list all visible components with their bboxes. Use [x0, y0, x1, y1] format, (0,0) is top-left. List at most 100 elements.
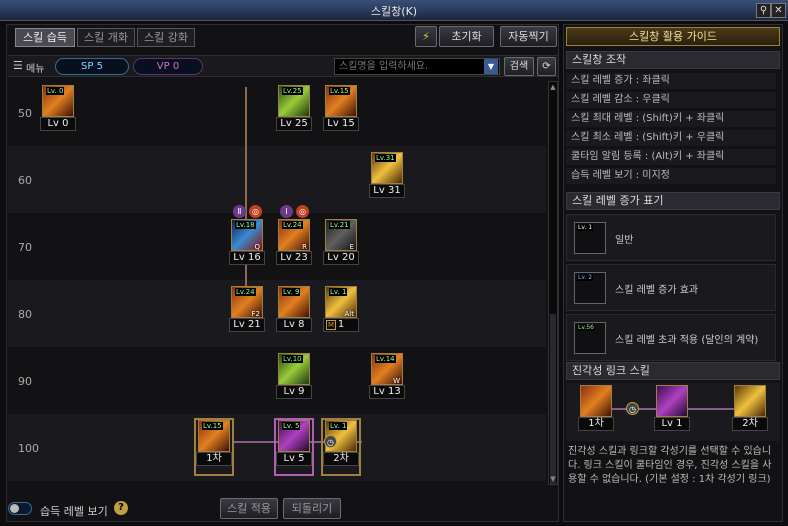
skill-slot[interactable]: Lv.24 R Lv 23	[276, 219, 312, 273]
hotkey-label: Q	[254, 243, 260, 251]
skill-level-badge: Lv. 9	[282, 288, 301, 296]
menu-label[interactable]: 메뉴	[26, 60, 44, 75]
mark-icon: M	[326, 320, 336, 330]
link-skill-first[interactable]: 1차	[578, 385, 614, 439]
skill-level-badge: Lv.24	[282, 221, 303, 229]
skill-icon: Lv.18 Q	[231, 219, 263, 251]
rank-icon: Ⅱ	[233, 205, 246, 218]
skill-toolbar: ☰ 메뉴 SP 5 VP 0 스킬명을 입력하세요. ▼ 검색 ⟳	[8, 55, 558, 77]
skill-slot[interactable]: Lv. 5 Lv 5	[274, 418, 314, 476]
legend-label: 일반	[615, 235, 634, 246]
awaken-skill-icon	[734, 385, 766, 417]
level-label: 50	[18, 107, 32, 120]
skill-icon: Lv.25	[278, 85, 310, 117]
hotkey-label: F2	[251, 310, 260, 318]
level-label: 80	[18, 308, 32, 321]
skill-icon: Lv.31	[371, 152, 403, 184]
skill-level-badge: Lv.14	[375, 355, 396, 363]
skill-slot[interactable]: Lv.25 Lv 25	[276, 85, 312, 139]
auto-assign-button[interactable]: 자동찍기	[500, 26, 557, 47]
skill-icon: Lv.15	[198, 420, 230, 452]
skill-slot[interactable]: Lv.21 E Lv 20	[323, 219, 359, 273]
skill-slot[interactable]: Lv. 1 Alt 1 M	[323, 286, 359, 340]
skill-slot[interactable]: Lv.15 Lv 15	[323, 85, 359, 139]
skill-icon: Lv. 5	[278, 420, 310, 452]
search-button[interactable]: 검색	[504, 57, 534, 76]
skill-icon: Lv. 1 Alt	[325, 286, 357, 318]
skill-search-input[interactable]: 스킬명을 입력하세요.	[334, 58, 500, 75]
control-line: 스킬 레벨 증가 : 좌클릭	[566, 73, 776, 89]
dropdown-arrow-icon[interactable]: ▼	[484, 59, 498, 74]
skill-grid-scrollbar[interactable]: ▲ ▼	[548, 81, 558, 485]
title-bar[interactable]: 스킬창(K) ⚲ ✕	[0, 0, 788, 21]
skill-slot[interactable]: Lv. 9 Lv 8	[276, 286, 312, 340]
skill-slot[interactable]: Lv.31 Lv 31	[369, 152, 405, 206]
hotkey-label: R	[302, 243, 307, 251]
skill-level-badge: Lv.10	[282, 355, 303, 363]
skill-level-caption: Lv 31	[369, 184, 405, 198]
control-line: 스킬 최대 레벨 : (Shift)키 + 좌클릭	[566, 111, 776, 127]
scroll-up-icon[interactable]: ▲	[549, 83, 557, 91]
vp-counter: VP 0	[133, 58, 203, 75]
sp-counter: SP 5	[55, 58, 129, 75]
skill-icon: Lv.24 F2	[231, 286, 263, 318]
skill-tree-panel: 스킬 습득 스킬 개화 스킬 강화 ⚡ 초기화 자동찍기 ☰ 메뉴 SP 5 V…	[6, 24, 559, 522]
skill-icon: Lv.21 E	[325, 219, 357, 251]
legend-item: Lv. 1 일반	[566, 214, 776, 261]
section-link-skill: 진각성 링크 스킬	[566, 362, 780, 380]
skill-slot[interactable]: Lv.10 Lv 9	[276, 353, 312, 407]
reset-button[interactable]: 초기화	[439, 26, 494, 47]
skill-level-badge: Lv.31	[375, 154, 396, 162]
help-icon[interactable]: ?	[114, 501, 128, 515]
close-icon[interactable]: ✕	[771, 3, 786, 18]
control-line: 스킬 레벨 감소 : 우클릭	[566, 92, 776, 108]
tab-skill-bloom[interactable]: 스킬 개화	[77, 28, 135, 47]
legend-skill-box: Lv. 2	[574, 272, 606, 304]
awaken-icon[interactable]: ⚡	[415, 26, 437, 47]
skill-level-badge: Lv.15	[202, 422, 223, 430]
skill-icon: Lv.10	[278, 353, 310, 385]
acquire-level-toggle[interactable]	[8, 502, 32, 515]
legend-badge: Lv.56	[577, 324, 595, 331]
clock-icon: ◷	[626, 402, 639, 415]
menu-icon[interactable]: ☰	[13, 59, 23, 72]
legend-item: Lv. 2 스킬 레벨 증가 효과	[566, 264, 776, 311]
skill-level-badge: Lv. 1	[329, 288, 348, 296]
legend-label: 스킬 레벨 증가 효과	[615, 285, 699, 296]
link-second-caption: 2차	[732, 417, 768, 431]
link-skill-second[interactable]: 2차	[732, 385, 768, 439]
control-line: 쿨타임 알림 등록 : (Alt)키 + 좌클릭	[566, 149, 776, 165]
skill-slot[interactable]: Lv. 0 Lv 0	[40, 85, 76, 139]
refresh-icon[interactable]: ⟳	[537, 57, 556, 76]
skill-level-caption: Lv 9	[276, 385, 312, 399]
awaken-skill-icon	[580, 385, 612, 417]
skill-level-caption: Lv 13	[369, 385, 405, 399]
skill-slot[interactable]: Lv.24 F2 Lv 21	[229, 286, 265, 340]
skill-level-caption: 1차	[196, 452, 232, 466]
scroll-thumb[interactable]	[550, 314, 556, 484]
legend-skill-box: Lv.56	[574, 322, 606, 354]
skill-level-badge: Lv.15	[329, 87, 350, 95]
hotkey-label: W	[393, 377, 400, 385]
clock-icon: ◷	[324, 435, 337, 448]
revert-button[interactable]: 되돌리기	[283, 498, 341, 519]
control-line: 습득 레벨 보기 : 미지정	[566, 168, 776, 184]
pin-icon[interactable]: ⚲	[756, 3, 771, 18]
skill-level-caption: Lv 16	[229, 251, 265, 265]
legend-skill-box: Lv. 1	[574, 222, 606, 254]
skill-level-caption: Lv 8	[276, 318, 312, 332]
skill-slot[interactable]: Lv.18 Q Lv 16	[229, 219, 265, 273]
tab-skill-enhance[interactable]: 스킬 강화	[137, 28, 195, 47]
legend-badge: Lv. 1	[577, 224, 594, 231]
tab-skill-acquire[interactable]: 스킬 습득	[15, 28, 75, 47]
link-skill-true-awaken[interactable]: Lv 1	[654, 385, 690, 439]
skill-icon: Lv.15	[325, 85, 357, 117]
scroll-down-icon[interactable]: ▼	[549, 475, 557, 483]
skill-slot[interactable]: Lv.14 W Lv 13	[369, 353, 405, 407]
guide-header: 스킬창 활용 가이드	[566, 27, 780, 46]
apply-skill-button[interactable]: 스킬 적용	[220, 498, 278, 519]
skill-slot[interactable]: Lv.15 1차	[194, 418, 234, 476]
toggle-knob	[10, 504, 19, 513]
level-row-60: 60	[8, 146, 546, 213]
skill-level-caption: Lv 20	[323, 251, 359, 265]
